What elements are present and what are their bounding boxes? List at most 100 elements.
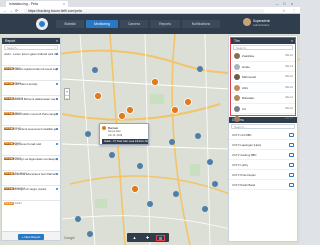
status-badge: Normal <box>4 202 14 205</box>
camera-item[interactable]: CCTV Unit 8BC <box>229 130 297 140</box>
url-input[interactable]: https://tracking.traum-tiefli.com/peta <box>24 8 264 13</box>
map-marker-orange[interactable] <box>131 185 139 193</box>
zoom-out-button[interactable]: − <box>65 94 69 102</box>
report-panel-close-icon[interactable]: × <box>56 38 58 44</box>
map-marker-camera[interactable] <box>207 159 213 165</box>
map-marker-orange[interactable] <box>118 112 126 120</box>
report-item[interactable]: Joshi - Dimlinger ub siegre maries Normal… <box>2 186 60 205</box>
window-close-icon[interactable]: × <box>291 1 293 6</box>
map-marker-camera[interactable] <box>109 152 115 158</box>
unread-dot-icon <box>56 68 58 70</box>
camera-item[interactable]: CCTV Gedung 8BC <box>229 150 297 160</box>
team-member[interactable]: Zuarktise Idle 10 <box>231 51 295 62</box>
team-panel: Tim × Search... Zuarktise Idle 10 Hinde Idl… <box>228 35 298 242</box>
report-search-input[interactable]: Search... ⌕ <box>4 45 58 50</box>
nav-camera[interactable]: Camera <box>120 20 148 28</box>
report-item[interactable]: Joshi - Dalles loktidn memonb Peltu sang… <box>2 111 60 130</box>
team-panel-title: Tim <box>234 39 240 43</box>
member-name: Hinde <box>242 64 250 69</box>
member-status: Idle 12 <box>285 96 293 99</box>
tab-title: Ishtalancing - Peta <box>9 2 38 6</box>
unread-dot-icon <box>56 188 58 190</box>
team-search-input[interactable]: Search... <box>233 45 293 50</box>
toolbar-button-3[interactable]: ☰ <box>156 234 165 241</box>
report-item[interactable]: Joshi - Tieredlyn as Algeuntalon sonfaeq… <box>2 156 60 175</box>
avatar <box>234 84 240 91</box>
map-marker-camera[interactable] <box>92 67 98 73</box>
report-item[interactable]: Joshi - Lorem Ipsum gawu Indicoid carit … <box>2 51 60 70</box>
map-marker-camera[interactable] <box>169 139 175 145</box>
report-item[interactable]: Joshi - Tre pantent seomenent naralikle … <box>2 126 60 145</box>
team-member[interactable]: Cd Idle 10 <box>231 104 295 114</box>
team-panel-header: Tim × <box>231 38 295 44</box>
forward-icon[interactable]: → <box>9 8 13 13</box>
report-item[interactable]: Joshi - Sedeltul Belrvent dalasmasan nae… <box>2 96 60 115</box>
map-marker-camera[interactable] <box>212 181 218 187</box>
camera-item[interactable]: CCTV Pintu Depan <box>229 170 297 180</box>
map-marker-camera[interactable] <box>195 133 201 139</box>
camera-item[interactable]: CCTV Lobby <box>229 160 297 170</box>
team-member[interactable]: Hinde Idle 14 <box>231 62 295 72</box>
camera-search-input[interactable]: Search... <box>231 124 295 129</box>
popup-title: Bantalo <box>108 125 119 130</box>
map-info-popup[interactable]: Bantalo Nomor E12 Juli 10, 2019 Ibalah -… <box>99 123 149 145</box>
avatar <box>234 53 240 59</box>
map-marker-camera[interactable] <box>147 201 153 207</box>
map-marker-camera[interactable] <box>173 191 179 197</box>
nav-monitoring[interactable]: Monitoring <box>86 20 118 28</box>
member-status: Idle 10 <box>285 85 293 89</box>
report-item[interactable]: Joshi - Tiaaloet rejadcenndai rett euuel… <box>2 66 60 85</box>
team-member[interactable]: Awe1 Idle 10 <box>231 114 295 125</box>
team-panel-close-icon[interactable]: × <box>291 38 293 44</box>
map-marker-camera[interactable] <box>75 216 81 222</box>
map-marker-orange[interactable] <box>184 98 192 106</box>
report-item[interactable]: Joshi - Gesentral adcceintent bert Pailm… <box>2 171 60 190</box>
member-list: Zuarktise Idle 10 Hinde Idle 14 Mahmoodi Idle… <box>231 51 295 125</box>
team-member[interactable]: Mahmoodi Idle 10 <box>231 72 295 83</box>
minimize-icon[interactable]: – <box>276 1 278 6</box>
back-icon[interactable]: ← <box>3 8 7 13</box>
member-name: Mahmoodi <box>242 75 257 79</box>
team-member[interactable]: Rikosaku Idle 12 <box>231 93 295 104</box>
nav-notifications[interactable]: Notifications <box>182 20 220 28</box>
map-marker-camera[interactable] <box>85 131 91 137</box>
nav-reports[interactable]: Reports <box>150 20 180 28</box>
map-marker-camera[interactable] <box>202 206 208 212</box>
map-marker-orange[interactable] <box>151 78 159 86</box>
map-marker-orange[interactable] <box>171 106 179 114</box>
report-title: Joshi - Poblt Maru Lienvitty <box>4 82 38 86</box>
toolbar-button-1[interactable]: ▲ <box>130 235 139 241</box>
reload-icon[interactable]: ⟳ <box>15 8 18 13</box>
member-status: Idle 10 <box>285 75 293 78</box>
maximize-icon[interactable]: □ <box>283 1 285 6</box>
map-marker-orange[interactable] <box>126 106 134 114</box>
new-report-button[interactable]: + New Report <box>18 233 44 240</box>
report-item[interactable]: Joshi - Pegrtrenes Kenali nokt Normal Hani… <box>2 141 60 160</box>
member-name: Rikosaku <box>242 96 255 100</box>
camera-item[interactable]: CCTV Lapangan (Ujan) <box>229 140 297 150</box>
map-marker-camera[interactable] <box>87 231 93 237</box>
report-title: Joshi - Tiaaloet rejadcenndai rett euuel… <box>4 67 58 71</box>
avatar <box>234 63 240 70</box>
report-item[interactable]: Joshi - Poblt Maru Lienvitty Normal Karrin… <box>2 81 60 100</box>
browser-menu-icon[interactable]: ⋮ <box>292 8 296 13</box>
report-panel-title: Report <box>5 39 16 43</box>
map-marker-camera[interactable] <box>197 66 203 72</box>
map-marker-camera[interactable] <box>137 163 143 169</box>
popup-tag: Ibalah - P7 Pasir Adin Lesa Infinitum Ni… <box>102 139 148 144</box>
app-logo[interactable] <box>36 18 48 30</box>
user-avatar[interactable] <box>243 18 251 26</box>
camera-name: CCTV Pintu Depan <box>232 173 256 177</box>
avatar <box>234 95 240 101</box>
camera-item[interactable]: CCTV Parkir Barat <box>229 180 297 190</box>
team-member[interactable]: Ahni Idle 10 <box>231 83 295 93</box>
bookmark-star-icon[interactable]: ☆ <box>282 8 286 13</box>
unread-dot-icon <box>56 83 58 85</box>
tab-close-icon[interactable]: × <box>63 2 65 6</box>
map-bottom-toolbar: ▲ ✚ ☰ <box>127 233 169 242</box>
team-section: Tim × Search... Zuarktise Idle 10 Hinde Idl… <box>230 37 296 125</box>
map-marker-orange[interactable] <box>94 92 102 100</box>
nav-statistik[interactable]: Statistik <box>56 20 84 28</box>
toolbar-button-2[interactable]: ✚ <box>143 235 152 241</box>
camera-icon <box>289 172 294 177</box>
